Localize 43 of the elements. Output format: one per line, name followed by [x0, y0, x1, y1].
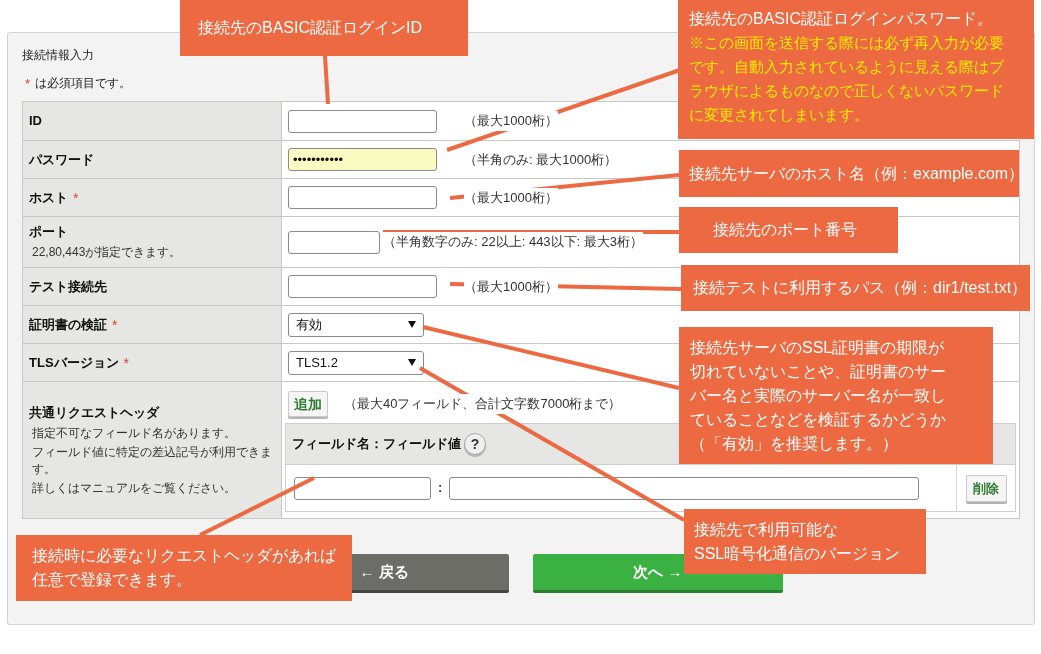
callout-text: 接続先サーバのホスト名（例：example.com）: [689, 163, 1025, 184]
help-button[interactable]: ?: [464, 433, 486, 455]
column-heading: フィールド名：フィールド値: [292, 435, 461, 454]
field-note: 指定不可なフィールド名があります。: [31, 424, 237, 442]
delete-button[interactable]: 削除: [965, 474, 1007, 502]
field-hint: （最大1000桁）: [464, 187, 558, 208]
field-note: 詳しくはマニュアルをご覧ください。: [31, 479, 237, 497]
field-label: テスト接続先: [29, 277, 107, 296]
separator-text: :: [438, 479, 443, 498]
callout-text: 接続先サーバのSSL証明書の期限が 切れていないことや、証明書のサー バー名と実際のサーバー名が一致し ていることなどを検証するかどうか （「有効」を推奨します。）: [690, 338, 947, 454]
text-field[interactable]: [288, 275, 437, 298]
callout-text: 接続先のBASIC認証ログインパスワード。: [689, 9, 994, 29]
field-name-input[interactable]: [294, 476, 431, 500]
dropdown[interactable]: 有効: [288, 312, 424, 337]
required-mark: *: [25, 75, 31, 92]
field-hint: （半角数字のみ: 22以上: 443以下: 最大3桁）: [383, 232, 644, 252]
text-field[interactable]: [288, 109, 437, 133]
field-note: 22,80,443が指定できます。: [31, 244, 183, 261]
add-button[interactable]: 追加: [288, 391, 328, 417]
callout-text: 接続テストに利用するパス（例：dir1/test.txt）: [693, 278, 1028, 298]
field-label: TLSバージョン: [29, 353, 119, 372]
caret-icon: [408, 359, 416, 366]
field-label: ID: [29, 112, 42, 130]
caret-icon: [408, 321, 416, 328]
field-note: フィールド値に特定の差込記号が利用できます。: [31, 443, 273, 478]
callout-text: 接続先のポート番号: [713, 220, 857, 240]
field-label: ホスト: [29, 188, 68, 207]
dropdown[interactable]: TLS1.2: [288, 350, 424, 375]
text-field[interactable]: [288, 186, 437, 209]
form-title: 接続情報入力: [22, 47, 95, 64]
number-field[interactable]: [288, 230, 380, 254]
field-label: 証明書の検証: [29, 315, 107, 334]
field-label: パスワード: [29, 150, 94, 169]
required-mark: *: [123, 353, 129, 372]
callout-warning-text: ※この画面を送信する際には必ず再入力が必要 です。自動入力されているように見える際はブ ラウザによるものなので正しくないパスワード に変更されてしまいます。: [689, 33, 1005, 125]
field-value-input[interactable]: [449, 476, 920, 500]
field-label: 共通リクエストヘッダ: [29, 403, 159, 422]
callout-text: 接続先のBASIC認証ログインID: [198, 18, 422, 38]
field-label: ポート: [29, 223, 68, 241]
required-mark: *: [112, 315, 118, 334]
password-field[interactable]: •••••••••••: [288, 148, 437, 171]
required-note: は必須項目です。: [35, 75, 132, 92]
required-mark: *: [73, 188, 79, 207]
